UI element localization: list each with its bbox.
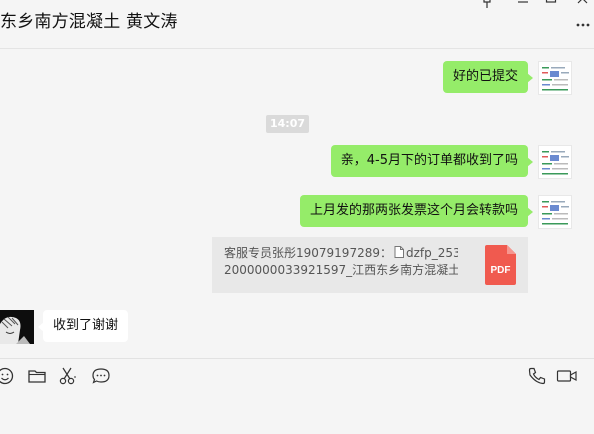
video-icon[interactable]	[556, 366, 578, 386]
file-name-part2: 2000000033921597_江西东乡南方混凝土...	[224, 263, 458, 277]
file-name-part1: dzfp_2536	[405, 246, 458, 260]
message-bubble[interactable]: 收到了谢谢	[37, 310, 129, 342]
more-icon[interactable]	[576, 16, 590, 30]
pin-icon[interactable]	[480, 0, 494, 8]
folder-icon[interactable]	[27, 366, 47, 386]
close-icon[interactable]	[576, 0, 590, 6]
chat-toolbar	[0, 366, 594, 394]
pdf-label: PDF	[490, 265, 511, 276]
file-message-card[interactable]: 客服专员张彤19079197289： dzfp_2536 200000003392…	[212, 237, 528, 293]
message-list: 好的已提交 14:07 亲，4-5月下的订单都收到了吗 上月发的那两张发票这个月…	[0, 48, 594, 358]
message-input[interactable]	[0, 396, 594, 434]
chat-bubble-icon[interactable]	[91, 366, 111, 386]
pdf-file-icon: PDF	[485, 245, 516, 285]
input-divider	[0, 358, 594, 359]
message-bubble[interactable]: 好的已提交	[442, 61, 534, 93]
avatar[interactable]	[538, 145, 572, 179]
chat-window: 东乡南方混凝土 黄文涛 好的已提交 14:07 亲，4-5月下的订单都收到了吗 …	[0, 0, 594, 434]
file-caption-line-1: 客服专员张彤19079197289： dzfp_2536	[224, 245, 458, 262]
document-icon	[392, 246, 406, 260]
timestamp: 14:07	[266, 115, 310, 133]
scissors-icon[interactable]	[58, 366, 78, 386]
avatar[interactable]	[0, 310, 34, 344]
phone-icon[interactable]	[527, 366, 547, 386]
chat-header: 东乡南方混凝土 黄文涛	[0, 0, 594, 49]
avatar[interactable]	[538, 195, 572, 229]
chat-title: 东乡南方混凝土 黄文涛	[0, 12, 178, 32]
maximize-icon[interactable]	[544, 0, 558, 6]
avatar[interactable]	[538, 61, 572, 95]
minimize-icon[interactable]	[516, 0, 530, 6]
message-bubble[interactable]: 亲，4-5月下的订单都收到了吗	[330, 145, 534, 177]
file-sender-text: 客服专员张彤19079197289：	[224, 246, 392, 260]
message-bubble[interactable]: 上月发的那两张发票这个月会转款吗	[299, 195, 534, 227]
emoji-icon[interactable]	[0, 366, 16, 386]
